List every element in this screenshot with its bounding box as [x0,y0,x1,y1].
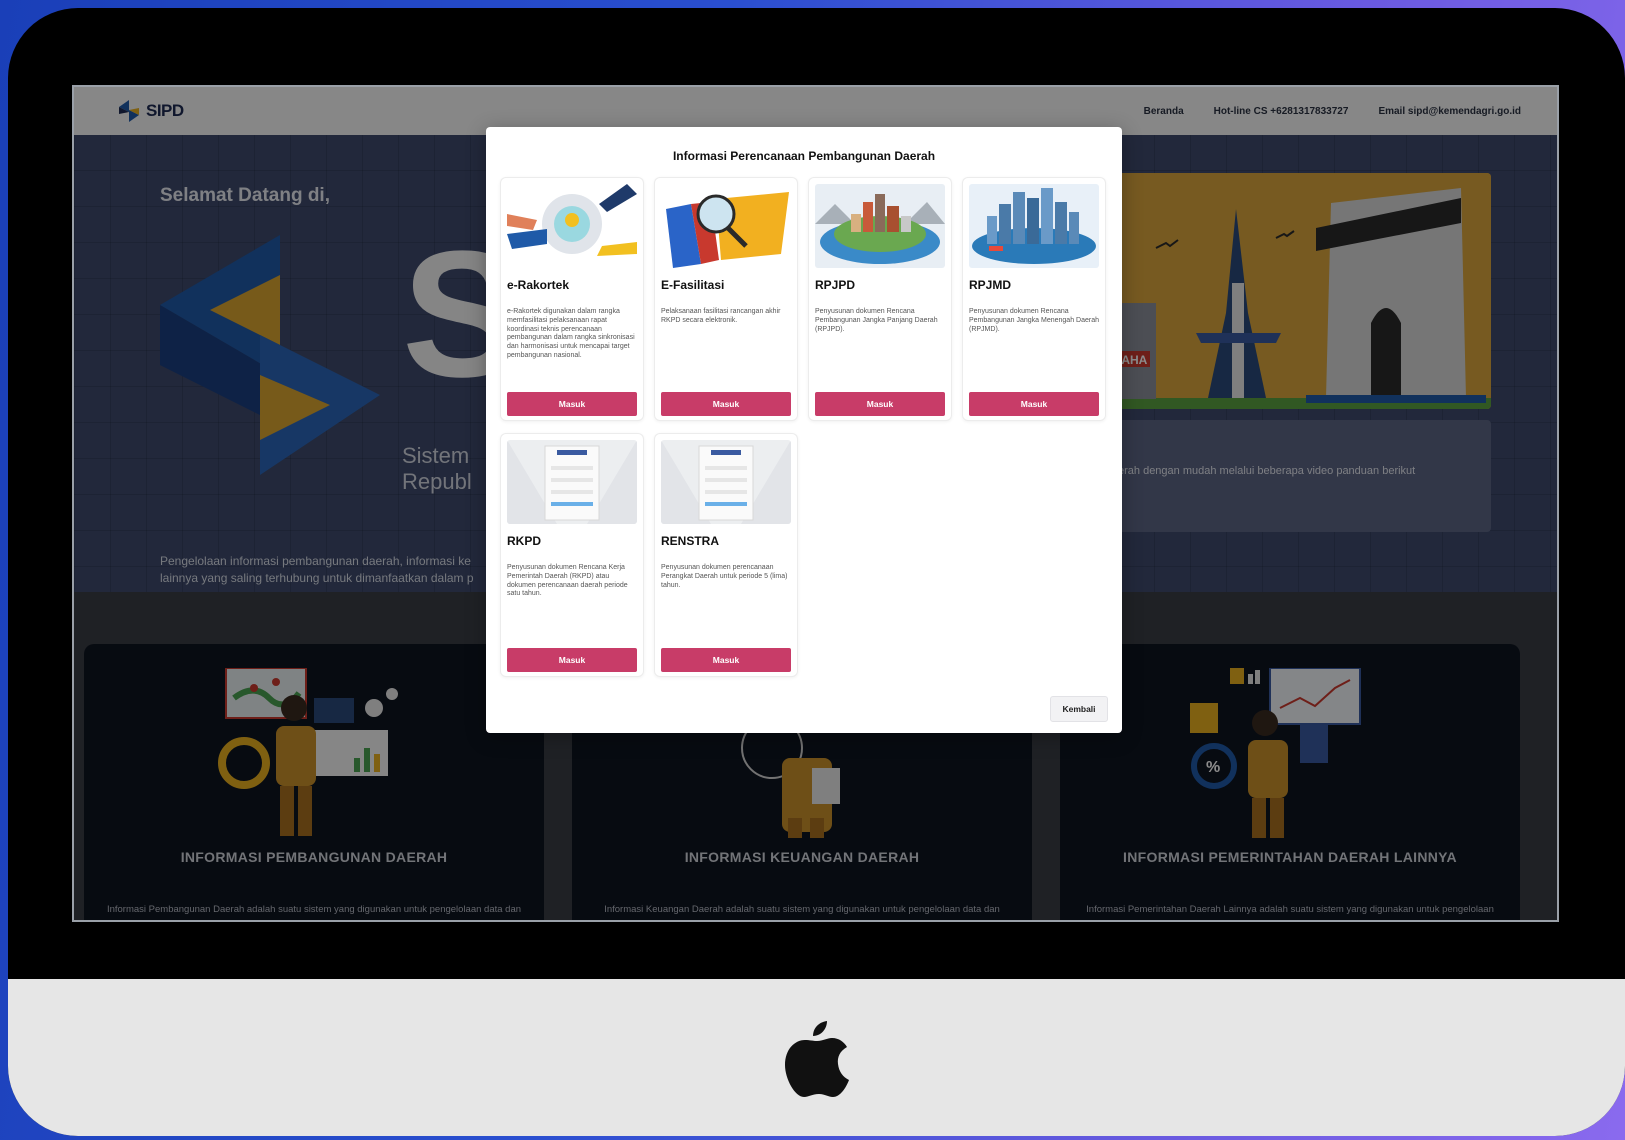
card-renstra: RENSTRA Penyusunan dokumen perencanaan P… [654,433,798,677]
card-title: RKPD [507,534,542,548]
card-title: RENSTRA [661,534,720,548]
planning-info-modal: Informasi Perencanaan Pembangunan Daerah [486,127,1122,733]
masuk-button-e-fasilitasi[interactable]: Masuk [661,392,791,416]
card-description: Penyusunan dokumen perencanaan Perangkat… [661,564,788,589]
card-title: RPJMD [969,278,1012,292]
rpjmd-image [969,184,1099,268]
e-fasilitasi-image [661,184,791,268]
e-rakortek-image [507,184,637,268]
card-rpjpd: RPJPD Penyusunan dokumen Rencana Pembang… [808,177,952,421]
card-title: E-Fasilitasi [661,278,725,292]
kembali-button[interactable]: Kembali [1050,696,1108,722]
masuk-button-rkpd[interactable]: Masuk [507,648,637,672]
card-e-fasilitasi: E-Fasilitasi Pelaksanaan fasilitasi ranc… [654,177,798,421]
masuk-button-renstra[interactable]: Masuk [661,648,791,672]
renstra-image [661,440,791,524]
masuk-button-rpjpd[interactable]: Masuk [815,392,945,416]
apple-logo-icon [784,1021,849,1097]
card-description: Pelaksanaan fasilitasi rancangan akhir R… [661,308,781,324]
card-rkpd: RKPD Penyusunan dokumen Rencana Kerja Pe… [500,433,644,677]
modal-title: Informasi Perencanaan Pembangunan Daerah [672,149,936,163]
rpjpd-image [815,184,945,268]
browser-screen: SIPD Beranda Hot-line CS +6281317833727 … [72,85,1559,922]
card-description: Penyusunan dokumen Rencana Kerja Pemerin… [507,564,628,598]
imac-frame: SIPD Beranda Hot-line CS +6281317833727 … [8,8,1625,1136]
imac-chin [8,979,1625,1136]
card-title: e-Rakortek [507,278,570,292]
masuk-button-e-rakortek[interactable]: Masuk [507,392,637,416]
card-e-rakortek: e-Rakortek e-Rakortek digunakan dalam ra… [500,177,644,421]
masuk-button-rpjmd[interactable]: Masuk [969,392,1099,416]
card-description: e-Rakortek digunakan dalam rangka memfas… [507,308,635,359]
card-title: RPJPD [815,278,856,292]
rkpd-image [507,440,637,524]
card-description: Penyusunan dokumen Rencana Pembangunan J… [969,308,1099,333]
card-description: Penyusunan dokumen Rencana Pembangunan J… [815,308,938,333]
card-rpjmd: RPJMD Penyusunan dokumen Rencana Pembang… [962,177,1106,421]
